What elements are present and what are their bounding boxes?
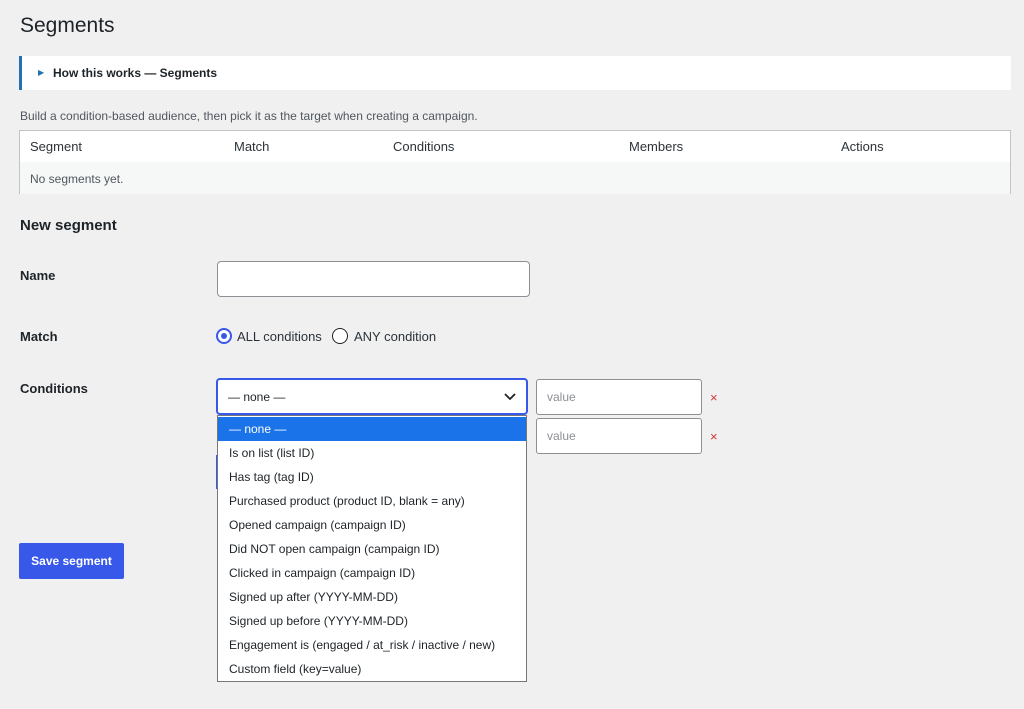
how-this-works-panel[interactable]: ▶ How this works — Segments [19, 56, 1011, 90]
empty-message: No segments yet. [30, 172, 124, 186]
condition-type-value: — none — [228, 390, 286, 404]
name-label: Name [20, 268, 56, 283]
segments-table: Segment Match Conditions Members Actions… [19, 130, 1011, 194]
dropdown-option[interactable]: Purchased product (product ID, blank = a… [218, 489, 526, 513]
table-header: Segment Match Conditions Members Actions [20, 131, 1010, 163]
how-this-works-label[interactable]: How this works — Segments [53, 66, 217, 80]
dropdown-option[interactable]: Has tag (tag ID) [218, 465, 526, 489]
match-all-label[interactable]: ALL conditions [237, 329, 322, 344]
condition-value-field-2[interactable] [547, 429, 687, 443]
triangle-right-icon: ▶ [38, 68, 45, 77]
save-segment-button[interactable]: Save segment [19, 543, 124, 579]
match-label: Match [20, 329, 58, 344]
dropdown-option[interactable]: Custom field (key=value) [218, 657, 526, 681]
page-title: Segments [20, 14, 115, 37]
column-header-actions: Actions [841, 139, 884, 154]
column-header-conditions: Conditions [393, 139, 455, 154]
condition-value-input[interactable] [536, 379, 702, 415]
close-icon[interactable]: × [710, 429, 718, 444]
section-title: New segment [20, 217, 117, 234]
column-header-match: Match [234, 139, 270, 154]
table-row: No segments yet. [20, 162, 1010, 194]
name-field[interactable] [217, 261, 530, 297]
condition-type-select[interactable]: — none — [216, 378, 528, 415]
dropdown-option[interactable]: Did NOT open campaign (campaign ID) [218, 537, 526, 561]
match-any-radio[interactable] [332, 328, 348, 344]
dropdown-option[interactable]: Signed up before (YYYY-MM-DD) [218, 609, 526, 633]
condition-value-field[interactable] [547, 390, 687, 404]
dropdown-option[interactable]: Opened campaign (campaign ID) [218, 513, 526, 537]
conditions-label: Conditions [20, 381, 88, 396]
dropdown-option[interactable]: Clicked in campaign (campaign ID) [218, 561, 526, 585]
intro-text: Build a condition-based audience, then p… [20, 109, 478, 123]
dropdown-option[interactable]: Signed up after (YYYY-MM-DD) [218, 585, 526, 609]
column-header-segment: Segment [30, 139, 83, 154]
chevron-down-icon [504, 393, 516, 401]
match-all-radio[interactable] [216, 328, 232, 344]
dropdown-option[interactable]: — none — [218, 417, 526, 441]
match-any-label[interactable]: ANY condition [354, 329, 436, 344]
dropdown-option[interactable]: Engagement is (engaged / at_risk / inact… [218, 633, 526, 657]
condition-value-input-2[interactable] [536, 418, 702, 454]
dropdown-option[interactable]: Is on list (list ID) [218, 441, 526, 465]
column-header-members: Members [629, 139, 684, 154]
close-icon[interactable]: × [710, 390, 718, 405]
condition-type-dropdown[interactable]: — none — Is on list (list ID) Has tag (t… [217, 415, 527, 682]
